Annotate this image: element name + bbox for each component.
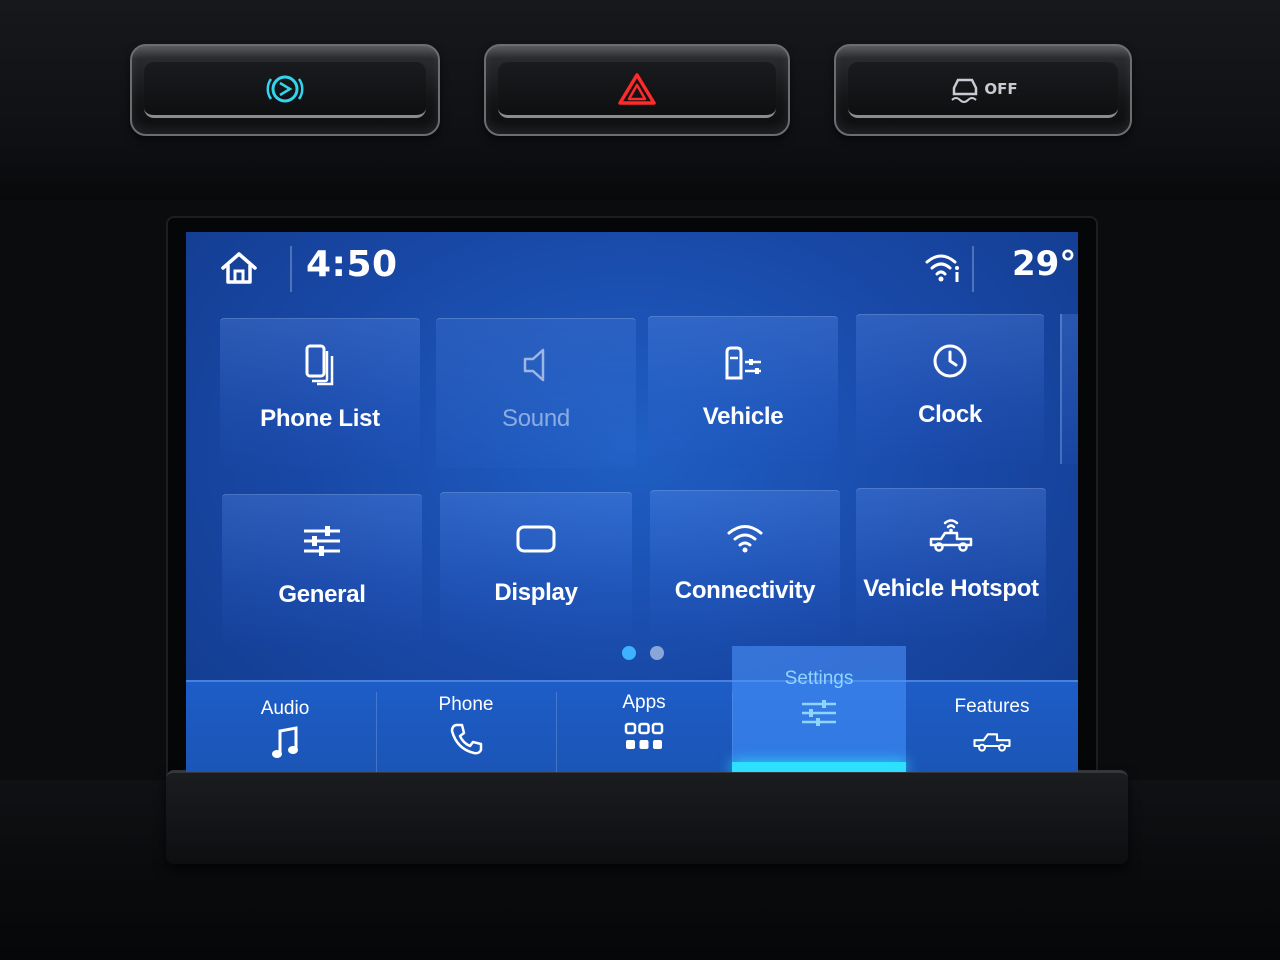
truck-hotspot-icon bbox=[929, 519, 973, 552]
hazard-triangle-icon bbox=[618, 72, 656, 105]
page-dot-active[interactable] bbox=[622, 646, 636, 660]
auto-hold-icon bbox=[266, 75, 304, 102]
status-bar: 4:50 29° bbox=[186, 232, 1078, 304]
nav-label: Audio bbox=[260, 698, 310, 719]
tile-display[interactable]: Display bbox=[440, 492, 632, 642]
tile-vehicle[interactable]: Vehicle bbox=[648, 316, 838, 466]
auto-hold-button[interactable] bbox=[130, 44, 440, 136]
nav-audio[interactable]: Audio bbox=[194, 688, 376, 772]
tile-label: Clock bbox=[918, 401, 982, 428]
tile-general[interactable]: General bbox=[222, 494, 422, 644]
truck-icon bbox=[973, 733, 1011, 752]
clock-icon bbox=[933, 344, 967, 378]
clock-time[interactable]: 4:50 bbox=[306, 244, 398, 285]
tile-vehicle-hotspot[interactable]: Vehicle Hotspot bbox=[856, 488, 1046, 638]
tile-label: Connectivity bbox=[674, 577, 816, 604]
home-button[interactable] bbox=[214, 246, 264, 290]
nav-label: Apps bbox=[622, 692, 666, 713]
infotainment-screen: 4:50 29° Phone List Sound Vehicle Clock … bbox=[186, 232, 1078, 772]
sliders-icon bbox=[802, 700, 836, 726]
status-divider bbox=[290, 246, 292, 292]
display-icon bbox=[516, 525, 556, 553]
page-indicator bbox=[622, 646, 664, 660]
apps-grid-icon bbox=[624, 722, 664, 749]
music-note-icon bbox=[272, 726, 298, 758]
page-dot[interactable] bbox=[650, 646, 664, 660]
outside-temperature: 29° bbox=[1012, 244, 1077, 284]
wifi-status-indicator[interactable] bbox=[924, 248, 964, 286]
tile-label: Vehicle Hotspot bbox=[863, 575, 1039, 602]
tile-clock[interactable]: Clock bbox=[856, 314, 1044, 464]
nav-settings[interactable]: Settings bbox=[732, 646, 906, 772]
nav-label: Phone bbox=[438, 694, 494, 715]
home-icon bbox=[221, 252, 257, 284]
phone-handset-icon bbox=[450, 723, 483, 755]
vehicle-settings-icon bbox=[725, 346, 761, 380]
tile-phone-list[interactable]: Phone List bbox=[220, 318, 420, 468]
tile-label: Display bbox=[494, 579, 578, 606]
phone-list-icon bbox=[305, 344, 334, 386]
tile-label: General bbox=[278, 581, 366, 608]
tile-sound[interactable]: Sound bbox=[436, 318, 636, 468]
tile-connectivity[interactable]: Connectivity bbox=[650, 490, 840, 640]
nav-label: Features bbox=[954, 696, 1030, 717]
speaker-icon bbox=[523, 348, 545, 382]
tile-label: Phone List bbox=[260, 405, 380, 432]
nav-label: Settings bbox=[784, 668, 854, 689]
traction-control-button[interactable]: OFF bbox=[834, 44, 1132, 136]
traction-off-label: OFF bbox=[984, 79, 1018, 98]
wifi-icon bbox=[727, 525, 763, 553]
sliders-icon bbox=[304, 526, 340, 556]
traction-off-icon bbox=[951, 78, 978, 103]
hazard-button[interactable] bbox=[484, 44, 790, 136]
nav-apps[interactable]: Apps bbox=[556, 682, 732, 766]
nav-features[interactable]: Features bbox=[906, 680, 1078, 764]
screen-ledge bbox=[166, 770, 1128, 864]
wifi-info-icon bbox=[925, 254, 959, 282]
tile-label: Vehicle bbox=[702, 403, 784, 430]
tile-label: Sound bbox=[502, 405, 570, 432]
nav-phone[interactable]: Phone bbox=[376, 684, 556, 768]
status-divider bbox=[972, 246, 974, 292]
next-page-tile-edge[interactable] bbox=[1060, 314, 1078, 464]
